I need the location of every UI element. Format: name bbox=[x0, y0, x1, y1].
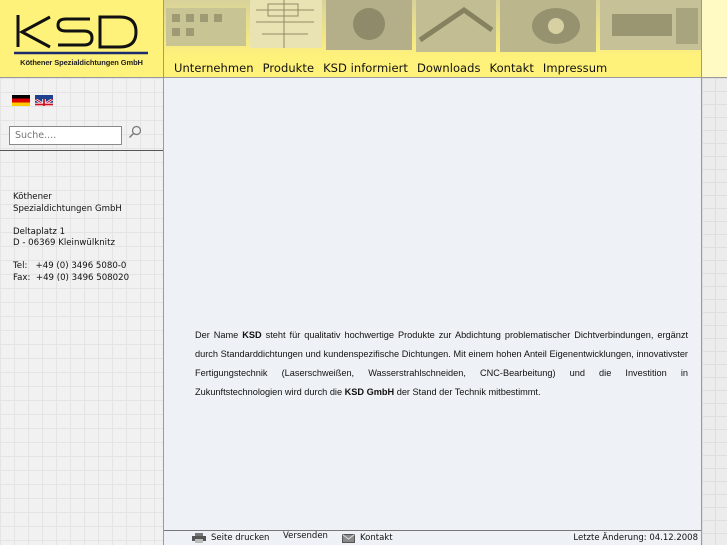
company-name-line2: Spezialdichtungen GmbH bbox=[13, 203, 122, 214]
last-changed-date: Letzte Änderung: 04.12.2008 bbox=[573, 533, 698, 543]
logo[interactable]: Köthener Spezialdichtungen GmbH bbox=[0, 0, 164, 78]
city-address: D - 06369 Kleinwülknitz bbox=[13, 238, 115, 248]
street-address: Deltaplatz 1 bbox=[13, 226, 66, 237]
footer: Seite drucken Versenden Kontakt Letzte Ä… bbox=[164, 530, 701, 545]
intro-brand-ksd-gmbh: KSD GmbH bbox=[344, 387, 395, 398]
nav-kontakt[interactable]: Kontakt bbox=[490, 61, 534, 75]
search-divider bbox=[0, 150, 163, 151]
logo-subtitle: Köthener Spezialdichtungen GmbH bbox=[20, 58, 143, 67]
nav-impressum[interactable]: Impressum bbox=[543, 61, 607, 75]
right-decor-strip bbox=[701, 78, 727, 545]
intro-brand-ksd: KSD bbox=[242, 330, 262, 341]
nav-unternehmen[interactable]: Unternehmen bbox=[174, 61, 254, 75]
mail-icon[interactable] bbox=[342, 534, 355, 546]
nav-produkte[interactable]: Produkte bbox=[263, 61, 314, 75]
intro-text-3: der Stand der Technik mitbestimmt. bbox=[394, 387, 541, 398]
main-content: Der Name KSD steht für qualitativ hochwe… bbox=[164, 78, 701, 530]
phone-number: Tel: +49 (0) 3496 5080-0 bbox=[13, 261, 127, 271]
contact-link[interactable]: Kontakt bbox=[360, 533, 393, 543]
page: Köthener Spezialdichtungen GmbH Unterneh… bbox=[0, 0, 727, 545]
german-flag-icon[interactable] bbox=[12, 95, 30, 106]
company-name-line1: Köthener bbox=[13, 192, 52, 202]
header-right-strip bbox=[701, 0, 727, 78]
nav-ksd-informiert[interactable]: KSD informiert bbox=[323, 61, 408, 75]
search-input[interactable] bbox=[9, 126, 122, 145]
ksd-logo-mark bbox=[14, 15, 148, 55]
send-link[interactable]: Versenden bbox=[283, 531, 328, 541]
fax-number: Fax: +49 (0) 3496 508020 bbox=[13, 272, 130, 283]
printer-icon[interactable] bbox=[192, 533, 206, 546]
sidebar: Köthener Spezialdichtungen GmbH Deltapla… bbox=[0, 78, 164, 545]
company-address: Köthener Spezialdichtungen GmbH Deltapla… bbox=[13, 192, 158, 284]
nav-downloads[interactable]: Downloads bbox=[417, 61, 481, 75]
intro-text-1: Der Name bbox=[195, 330, 243, 341]
search-icon[interactable] bbox=[128, 124, 142, 143]
header-banner: Unternehmen Produkte KSD informiert Down… bbox=[164, 0, 701, 78]
main-navigation: Unternehmen Produkte KSD informiert Down… bbox=[174, 61, 616, 75]
print-page-link[interactable]: Seite drucken bbox=[211, 533, 269, 543]
banner-photo-collage bbox=[164, 0, 701, 58]
intro-paragraph: Der Name KSD steht für qualitativ hochwe… bbox=[195, 326, 688, 402]
uk-flag-icon[interactable] bbox=[35, 95, 53, 106]
